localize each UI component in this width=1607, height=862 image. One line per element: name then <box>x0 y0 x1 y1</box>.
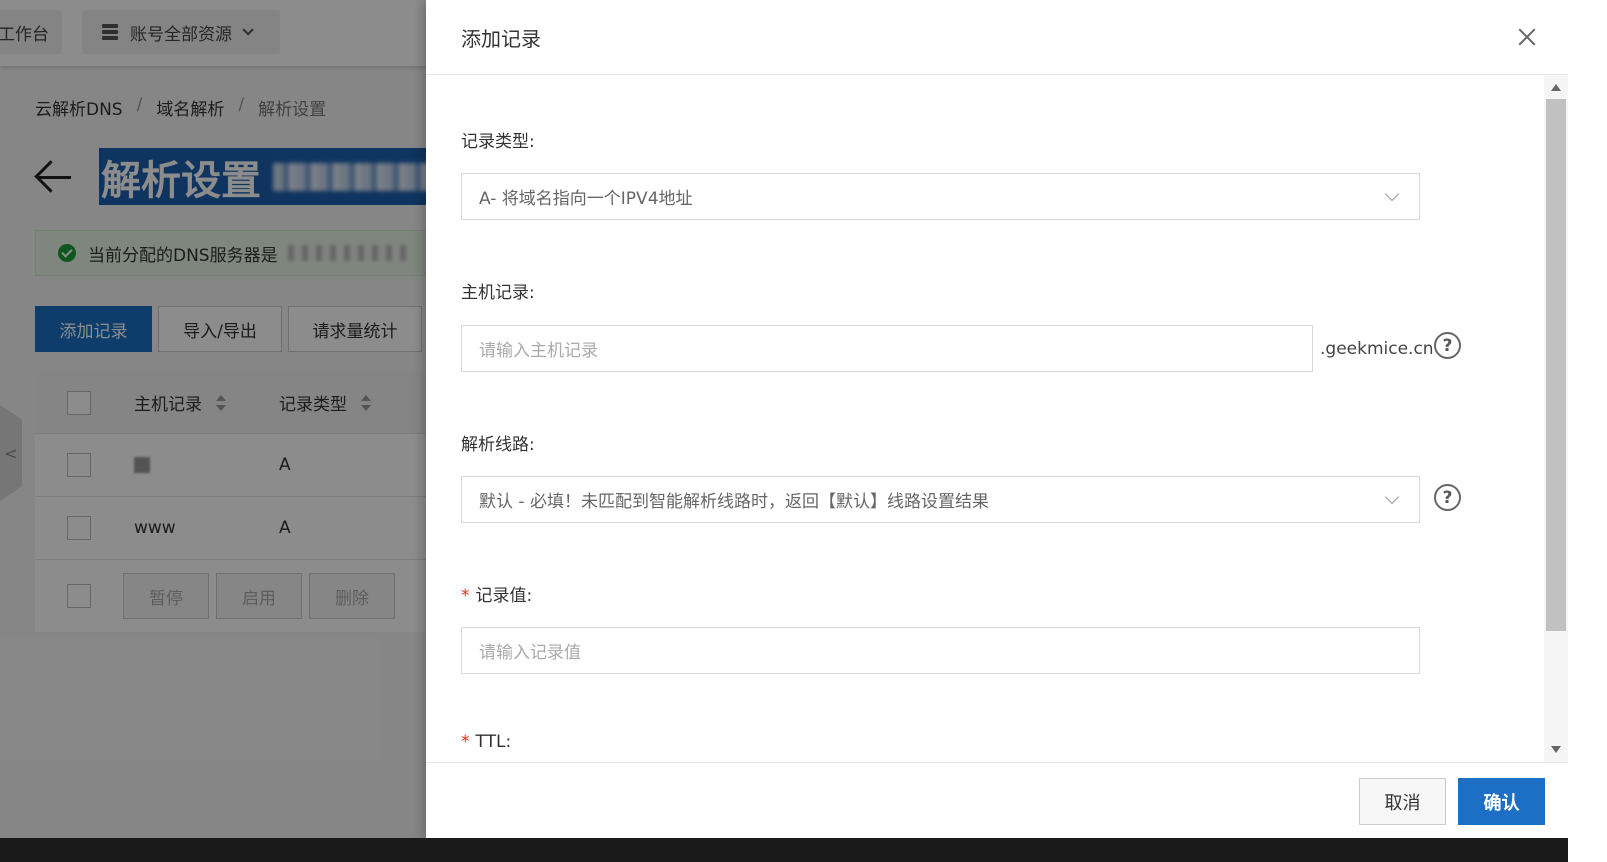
close-icon[interactable] <box>1516 26 1538 48</box>
record-type-label: 记录类型: <box>461 132 535 152</box>
taskbar-strip <box>0 838 1568 862</box>
question-circle-icon[interactable]: ? <box>1434 484 1461 511</box>
line-value: 默认 - 必填！未匹配到智能解析线路时，返回【默认】线路设置结果 <box>479 492 989 512</box>
host-record-label: 主机记录: <box>461 283 535 303</box>
host-record-input[interactable]: 请输入主机记录 <box>461 325 1313 372</box>
drawer-scrollbar[interactable] <box>1544 75 1568 762</box>
host-record-placeholder: 请输入主机记录 <box>479 341 598 361</box>
domain-suffix: .geekmice.cn <box>1320 339 1434 359</box>
ttl-label-text: TTL: <box>475 732 512 752</box>
drawer-footer: 取消 确认 <box>426 762 1568 838</box>
record-type-value: A- 将域名指向一个IPV4地址 <box>479 189 693 209</box>
line-select[interactable]: 默认 - 必填！未匹配到智能解析线路时，返回【默认】线路设置结果 <box>461 476 1420 523</box>
scroll-down-icon[interactable] <box>1551 746 1561 753</box>
scroll-thumb[interactable] <box>1546 99 1566 631</box>
question-circle-icon[interactable]: ? <box>1434 332 1461 359</box>
confirm-button[interactable]: 确认 <box>1458 778 1545 825</box>
drawer-body: 记录类型: A- 将域名指向一个IPV4地址 主机记录: 请输入主机记录 .ge… <box>426 75 1568 762</box>
record-type-select[interactable]: A- 将域名指向一个IPV4地址 <box>461 173 1420 220</box>
required-mark: * <box>461 586 470 606</box>
chevron-down-icon <box>1384 186 1400 202</box>
drawer-header: 添加记录 <box>426 0 1568 75</box>
cancel-button[interactable]: 取消 <box>1359 778 1446 825</box>
record-value-label: * 记录值: <box>461 581 532 606</box>
required-mark: * <box>461 732 470 752</box>
add-record-drawer: 添加记录 记录类型: A- 将域名指向一个IPV4地址 主机记录: 请输入主机记… <box>426 0 1568 838</box>
scroll-up-icon[interactable] <box>1551 84 1561 91</box>
ttl-label: * TTL: <box>461 732 511 752</box>
chevron-down-icon <box>1384 489 1400 505</box>
record-value-label-text: 记录值: <box>475 586 533 606</box>
right-edge <box>1568 0 1607 862</box>
record-value-input[interactable]: 请输入记录值 <box>461 627 1420 674</box>
drawer-title: 添加记录 <box>461 26 541 51</box>
record-value-placeholder: 请输入记录值 <box>479 643 581 663</box>
line-label: 解析线路: <box>461 435 535 455</box>
